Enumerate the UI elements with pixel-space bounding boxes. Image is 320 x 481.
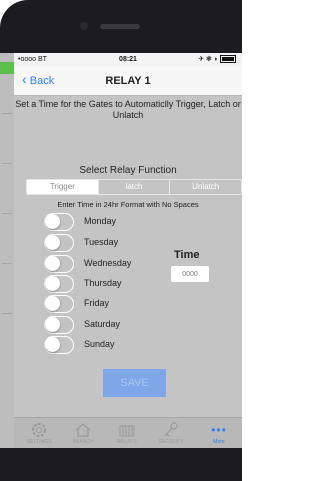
relay-function-segmented-control: Trigger latch Unlatch [26,179,242,195]
relay-screen: •oooo BT 08:21 ✈ ❃ ◗ ‹ Back RELAY 1 Set … [14,53,242,448]
time-format-hint: Enter Time in 24hr Format with No Spaces [57,200,199,209]
toggle-knob [45,337,60,352]
status-icons-text: ✈ ❃ ◗ [198,56,219,63]
camera-icon [80,22,88,30]
toggle-knob [45,296,60,311]
instruction-text: Set a Time for the Gates to Automaticlly… [15,99,241,120]
page-title: RELAY 1 [105,75,151,87]
segment-unlatch[interactable]: Unlatch [170,180,241,194]
tab-bar: SETTINGS BRANCH RELAYS SECURITY ••• More [14,417,242,448]
tab-more[interactable]: ••• More [198,421,240,445]
toggle-knob [45,214,60,229]
status-bar: •oooo BT 08:21 ✈ ❃ ◗ [14,53,242,67]
background-status-accent [0,62,14,74]
toggle-knob [45,235,60,250]
save-button[interactable]: SAVE [103,369,166,397]
tab-label: More [213,439,225,445]
divider [2,313,12,314]
divider [2,213,12,214]
gear-icon [18,421,60,439]
status-icons: ✈ ❃ ◗ [198,55,236,64]
tuesday-toggle[interactable] [44,234,74,252]
tab-label: RELAYS [117,439,137,445]
day-label: Monday [84,216,117,226]
home-icon [62,421,104,439]
tab-label: BRANCH [72,439,94,445]
sunday-toggle[interactable] [44,336,74,354]
tab-security[interactable]: SECURITY [150,421,192,445]
speaker-grille [100,24,140,29]
toggle-knob [45,276,60,291]
toggle-knob [45,317,60,332]
tab-relays[interactable]: RELAYS [106,421,148,445]
saturday-toggle[interactable] [44,316,74,334]
segment-trigger[interactable]: Trigger [27,180,99,194]
friday-toggle[interactable] [44,295,74,313]
battery-icon [220,55,236,64]
monday-toggle[interactable] [44,213,74,231]
phone-bottom-bezel [0,448,242,481]
tab-label: SECURITY [158,439,184,445]
tab-label: SETTINGS [26,439,52,445]
wednesday-toggle[interactable] [44,255,74,273]
gate-icon [106,421,148,439]
day-label: Friday [84,298,110,308]
navigation-bar: ‹ Back RELAY 1 [14,67,242,96]
background-view-edge [0,53,14,448]
day-label: Sunday [84,339,115,349]
day-label: Saturday [84,319,121,329]
divider [2,163,12,164]
tab-settings[interactable]: SETTINGS [18,421,60,445]
toggle-knob [45,256,60,271]
key-icon [150,421,192,439]
day-label: Wednesday [84,258,132,268]
tab-branch[interactable]: BRANCH [62,421,104,445]
relay-function-title: Select Relay Function [79,165,177,176]
day-label: Thursday [84,278,122,288]
more-icon: ••• [211,423,227,437]
time-input[interactable] [171,266,209,282]
thursday-toggle[interactable] [44,275,74,293]
time-label: Time [174,249,200,261]
divider [2,263,12,264]
day-label: Tuesday [84,237,119,247]
segment-latch[interactable]: latch [99,180,171,194]
divider [2,113,12,114]
